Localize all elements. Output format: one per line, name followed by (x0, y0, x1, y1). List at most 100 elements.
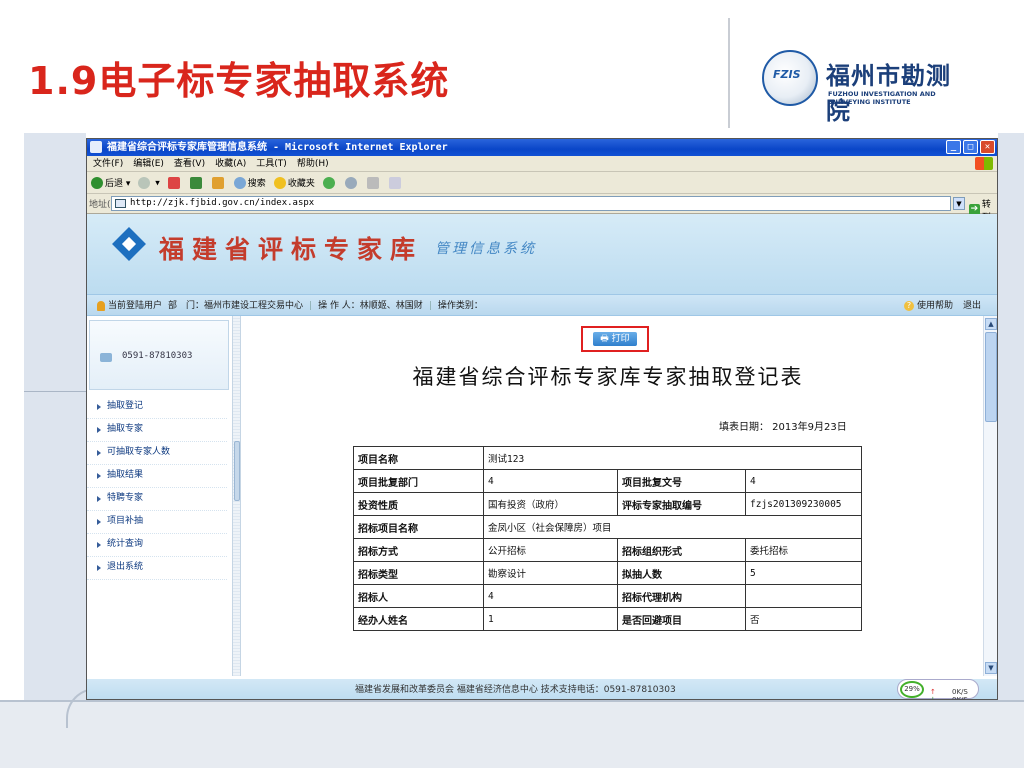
form-label: 是否回避项目 (617, 607, 746, 631)
close-button[interactable]: ✕ (980, 140, 995, 154)
side-item-extract-register[interactable]: 抽取登记 (87, 396, 227, 419)
form-label: 项目批复部门 (353, 469, 484, 493)
forward-arrow-icon (138, 176, 151, 189)
form-row: 招标类型 勘察设计 拟抽人数 5 (353, 561, 862, 585)
form-value: 4 (745, 469, 862, 493)
form-label: 经办人姓名 (353, 607, 484, 631)
browser-toolbar: 后退 ▾ ▾ 搜索 收藏夹 (87, 172, 997, 194)
window-titlebar[interactable]: 福建省综合评标专家库管理信息系统 - Microsoft Internet Ex… (87, 139, 997, 156)
form-value: 委托招标 (745, 538, 862, 562)
form-row: 项目批复部门 4 项目批复文号 4 (353, 469, 862, 493)
institute-logo: FZIS 福州市勘测院 FUZHOU INVESTIGATION AND SUR… (762, 46, 972, 125)
download-arrow-icon: ↓ (930, 696, 936, 700)
scroll-down-button[interactable]: ▼ (985, 662, 997, 674)
menu-tools[interactable]: 工具(T) (256, 156, 287, 171)
form-value: 5 (745, 561, 862, 585)
footer-text: 福建省发展和改革委员会 福建省经济信息中心 技术支持电话：0591-878103… (355, 685, 676, 695)
history-icon[interactable] (322, 176, 335, 189)
form-label: 项目名称 (353, 446, 484, 470)
vertical-scrollbar[interactable]: ▲ ▼ (983, 316, 997, 676)
slide-title: 1.9电子标专家抽取系统 (28, 59, 450, 103)
bottom-deco-line (0, 700, 1024, 702)
user-info-bar: 当前登陆用户 部 门：福州市建设工程交易中心 | 操 作 人：林顺姬、林国财 |… (87, 294, 997, 316)
form-row: 招标方式 公开招标 招标组织形式 委托招标 (353, 538, 862, 562)
menu-edit[interactable]: 编辑(E) (133, 156, 164, 171)
scroll-up-button[interactable]: ▲ (985, 318, 997, 330)
separator: | (309, 301, 313, 311)
form-label: 拟抽人数 (617, 561, 746, 585)
side-item-exit[interactable]: 退出系统 (87, 557, 227, 580)
left-deco-line (24, 391, 86, 392)
edit-icon[interactable] (388, 176, 401, 189)
back-label: 后退 (105, 178, 124, 189)
side-item-statistics[interactable]: 统计查询 (87, 534, 227, 557)
print-toolbar-icon[interactable] (366, 176, 379, 189)
current-user-label: 当前登陆用户 (108, 301, 163, 311)
operation-type-label: 操作类别： (437, 301, 483, 311)
form-row: 经办人姓名 1 是否回避项目否 (353, 607, 862, 631)
site-title: 福建省评标专家库 (159, 235, 424, 264)
divider-line (728, 18, 730, 128)
address-dropdown-button[interactable]: ▼ (953, 197, 965, 210)
side-item-special-experts[interactable]: 特聘专家 (87, 488, 227, 511)
form-value: 勘察设计 (483, 561, 618, 585)
address-bar: 地址(D) http://zjk.fjbid.gov.cn/index.aspx… (87, 194, 997, 223)
address-input[interactable]: http://zjk.fjbid.gov.cn/index.aspx (111, 196, 951, 211)
search-icon (233, 177, 246, 190)
form-value: 否 (745, 607, 862, 631)
main-content: 🖶 打印 福建省综合评标专家库专家抽取登记表 填表日期： 2013年9月23日 … (243, 316, 983, 676)
department-label: 部 门：福州市建设工程交易中心 (168, 301, 304, 311)
form-label: 招标代理机构 (617, 584, 746, 608)
side-item-available-count[interactable]: 可抽取专家人数 (87, 442, 227, 465)
address-url: http://zjk.fjbid.gov.cn/index.aspx (130, 198, 315, 208)
side-item-extract-results[interactable]: 抽取结果 (87, 465, 227, 488)
stop-icon[interactable] (167, 176, 180, 189)
logo-english-line1: FUZHOU INVESTIGATION AND (828, 90, 936, 98)
document-title: 福建省综合评标专家库专家抽取登记表 (412, 365, 804, 389)
forward-button[interactable]: ▾ (138, 176, 160, 189)
scroll-thumb[interactable] (985, 332, 997, 422)
form-label: 招标项目名称 (353, 515, 484, 539)
favorites-button[interactable]: 收藏夹 (273, 176, 315, 190)
search-button[interactable]: 搜索 (233, 176, 266, 190)
home-icon[interactable] (211, 176, 224, 189)
menu-view[interactable]: 查看(V) (174, 156, 205, 171)
operator-label: 操 作 人：林顺姬、林国财 (318, 301, 423, 311)
splitter-handle[interactable] (234, 441, 240, 501)
right-deco-band (998, 133, 1024, 753)
help-label: 使用帮助 (916, 301, 953, 311)
network-monitor: 29% ↑ ↓ 0K/S 0K/S (897, 679, 979, 699)
globe-logo-icon: FZIS (762, 50, 818, 106)
form-row: 招标人 4 招标代理机构 (353, 584, 862, 608)
help-link[interactable]: ? 使用帮助 (903, 295, 953, 317)
refresh-icon[interactable] (189, 176, 202, 189)
maximize-button[interactable]: □ (963, 140, 978, 154)
side-item-extract-experts[interactable]: 抽取专家 (87, 419, 227, 442)
form-value: 测试123 (483, 446, 862, 470)
page-body: 0591-87810303 抽取登记 抽取专家 可抽取专家人数 抽取结果 特聘专… (87, 316, 997, 676)
window-title: 福建省综合评标专家库管理信息系统 - Microsoft Internet Ex… (107, 142, 448, 153)
back-button[interactable]: 后退 ▾ (91, 176, 130, 190)
side-item-supplement[interactable]: 项目补抽 (87, 511, 227, 534)
side-menu: 抽取登记 抽取专家 可抽取专家人数 抽取结果 特聘专家 项目补抽 统计查询 退出… (87, 396, 227, 580)
form-label: 招标组织形式 (617, 538, 746, 562)
logout-link[interactable]: 退出 (963, 295, 981, 317)
form-label: 项目批复文号 (617, 469, 746, 493)
star-icon (273, 177, 286, 190)
menu-file[interactable]: 文件(F) (93, 156, 123, 171)
minimize-button[interactable]: _ (946, 140, 961, 154)
menu-favorites[interactable]: 收藏(A) (215, 156, 246, 171)
bottom-deco-band (0, 702, 1024, 768)
user-icon (97, 300, 105, 311)
mail-icon[interactable] (344, 176, 357, 189)
menu-bar: 文件(F) 编辑(E) 查看(V) 收藏(A) 工具(T) 帮助(H) (87, 156, 997, 172)
form-label: 招标类型 (353, 561, 484, 585)
menu-help[interactable]: 帮助(H) (297, 156, 329, 171)
print-label: 打印 (611, 334, 630, 344)
print-button[interactable]: 🖶 打印 (593, 332, 637, 346)
windows-flag-icon (975, 157, 993, 170)
page-icon (115, 199, 126, 208)
logo-english-name: FUZHOU INVESTIGATION AND SURVEYING INSTI… (828, 90, 936, 106)
site-banner: 福建省评标专家库 管理信息系统 (87, 214, 997, 294)
form-value: 4 (483, 584, 618, 608)
